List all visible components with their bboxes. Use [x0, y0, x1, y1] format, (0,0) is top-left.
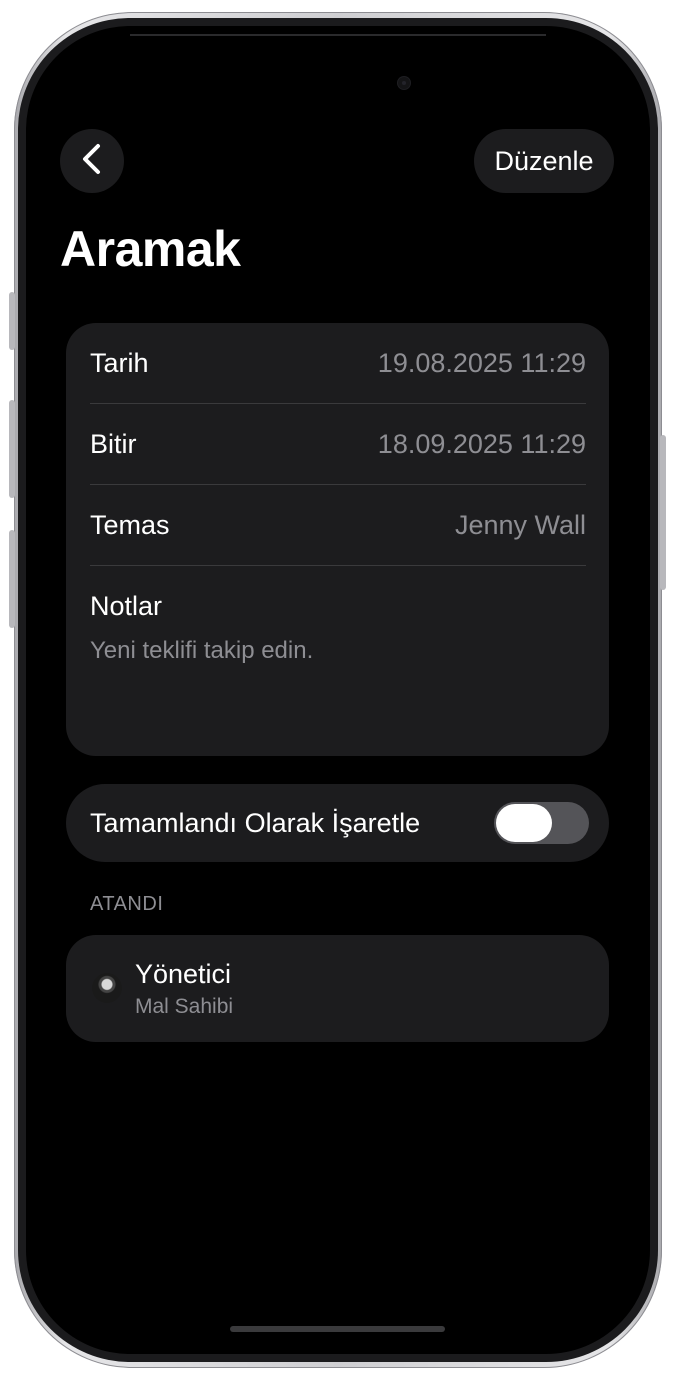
volume-up-button: [9, 400, 15, 498]
mark-complete-toggle[interactable]: [494, 802, 589, 844]
details-card: Tarih 19.08.2025 11:29 Bitir 18.09.2025 …: [66, 323, 609, 756]
end-date-value: 18.09.2025 11:29: [377, 428, 586, 459]
avatar: [92, 973, 122, 1003]
date-row[interactable]: Tarih 19.08.2025 11:29: [90, 323, 586, 403]
end-date-row[interactable]: Bitir 18.09.2025 11:29: [90, 404, 586, 484]
divider: [90, 565, 586, 566]
action-button: [9, 292, 15, 350]
chevron-left-icon: [80, 143, 104, 180]
power-button: [660, 435, 666, 590]
mark-complete-label: Tamamlandı Olarak İşaretle: [90, 807, 421, 838]
contact-label: Temas: [90, 509, 170, 540]
mark-complete-card: Tamamlandı Olarak İşaretle: [66, 784, 609, 862]
notes-text: Yeni teklifi takip edin.: [90, 637, 314, 664]
home-indicator[interactable]: [230, 1326, 445, 1332]
assignee-name: Yönetici: [135, 959, 232, 989]
assignee-card[interactable]: Yönetici Mal Sahibi: [66, 935, 609, 1042]
toggle-knob: [496, 804, 552, 842]
back-button[interactable]: [60, 129, 124, 193]
assignee-role: Mal Sahibi: [135, 995, 234, 1018]
front-camera: [398, 77, 410, 89]
contact-row[interactable]: Temas Jenny Wall: [90, 485, 586, 565]
contact-value: Jenny Wall: [454, 509, 586, 540]
notes-label: Notlar: [90, 591, 163, 621]
end-date-label: Bitir: [90, 428, 137, 459]
date-value: 19.08.2025 11:29: [377, 347, 586, 378]
assigned-section-header: ATANDI: [90, 893, 164, 915]
edit-button[interactable]: Düzenle: [474, 129, 614, 193]
page-title: Aramak: [60, 221, 241, 277]
date-label: Tarih: [90, 347, 149, 378]
top-sensor-line: [130, 34, 546, 36]
volume-down-button: [9, 530, 15, 628]
